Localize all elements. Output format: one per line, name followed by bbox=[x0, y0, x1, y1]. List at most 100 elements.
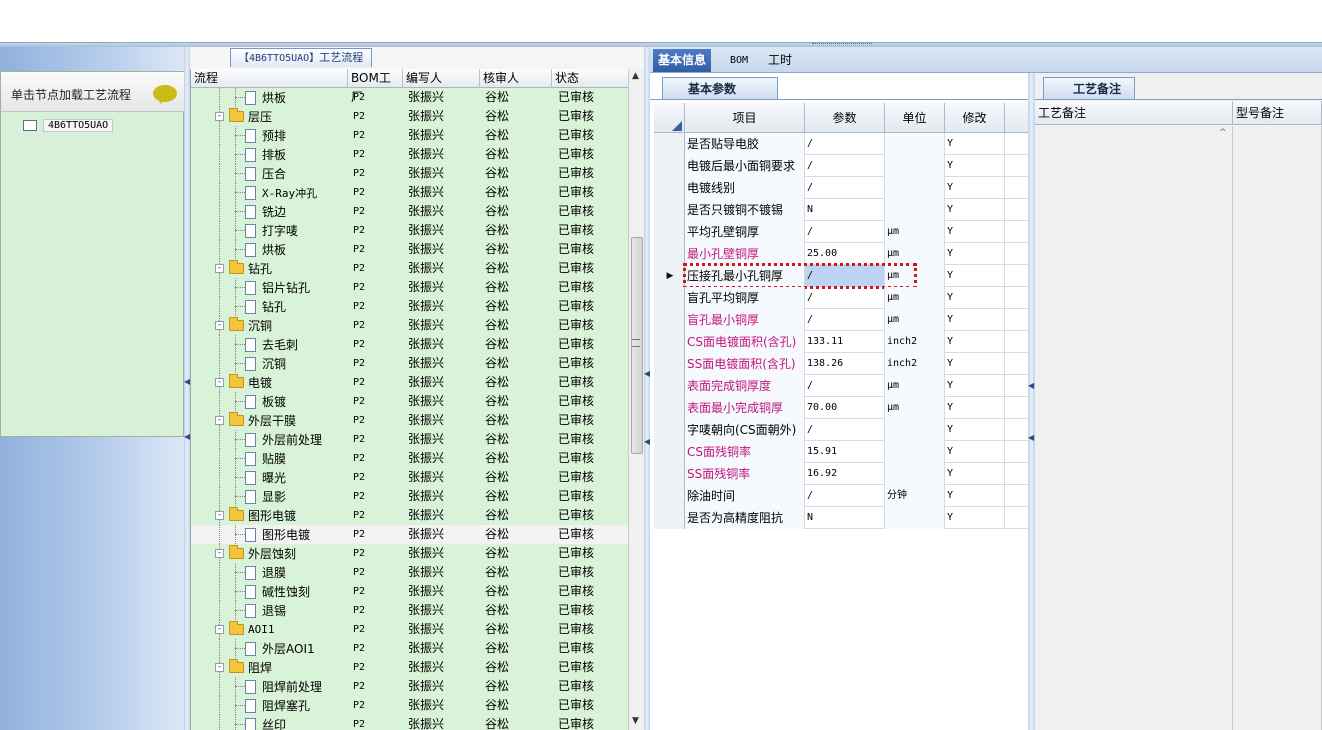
tree-node[interactable]: 显影 bbox=[245, 487, 286, 506]
tree-row[interactable]: 铣边 P2 张振兴 谷松 已审核 bbox=[191, 202, 628, 221]
tree-node-label[interactable]: 外层蚀刻 bbox=[248, 545, 296, 562]
param-value[interactable]: 16.92 bbox=[805, 463, 885, 485]
tree-row[interactable]: - 钻孔 P2 张振兴 谷松 已审核 bbox=[191, 259, 628, 278]
tree-row[interactable]: 烘板 P2 张振兴 谷松 已审核 bbox=[191, 240, 628, 259]
tree-row[interactable]: 阻焊前处理 P2 张振兴 谷松 已审核 bbox=[191, 677, 628, 696]
tree-node[interactable]: 阻焊 bbox=[229, 658, 272, 677]
tree-node-label[interactable]: 显影 bbox=[262, 488, 286, 505]
collapse-node-icon[interactable]: - bbox=[215, 511, 224, 520]
tree-scrollbar[interactable]: ▲ ▼ bbox=[628, 69, 644, 730]
tree-node-label[interactable]: 板镀 bbox=[262, 393, 286, 410]
row-header[interactable] bbox=[654, 353, 685, 375]
tree-node[interactable]: 图形电镀 bbox=[245, 525, 310, 544]
col-header-bom[interactable]: BOM工厂 bbox=[348, 69, 403, 104]
tree-row[interactable]: - 沉铜 P2 张振兴 谷松 已审核 bbox=[191, 316, 628, 335]
tree-node[interactable]: 排板 bbox=[245, 145, 286, 164]
param-value[interactable]: 138.26 bbox=[805, 353, 885, 375]
collapse-node-icon[interactable]: - bbox=[215, 112, 224, 121]
tree-row[interactable]: 外层前处理 P2 张振兴 谷松 已审核 bbox=[191, 430, 628, 449]
col-header-model-note[interactable]: 型号备注 bbox=[1233, 101, 1322, 125]
tree-node[interactable]: 外层AOI1 bbox=[245, 639, 315, 658]
tree-node[interactable]: 退膜 bbox=[245, 563, 286, 582]
tree-node-label[interactable]: 沉铜 bbox=[262, 355, 286, 372]
tab-basic-info[interactable]: 基本信息 bbox=[653, 49, 712, 72]
tree-node-label[interactable]: 烘板 bbox=[262, 241, 286, 258]
tree-node[interactable]: 外层前处理 bbox=[245, 430, 322, 449]
tree-node-label[interactable]: 压合 bbox=[262, 165, 286, 182]
tree-row[interactable]: - 外层蚀刻 P2 张振兴 谷松 已审核 bbox=[191, 544, 628, 563]
param-value[interactable]: / bbox=[805, 309, 885, 331]
tree-node-label[interactable]: 钻孔 bbox=[248, 260, 272, 277]
tree-node[interactable]: 烘板 bbox=[245, 240, 286, 259]
splitter-grip-icon[interactable] bbox=[812, 43, 872, 46]
tree-node-label[interactable]: 图形电镀 bbox=[262, 526, 310, 543]
tree-node[interactable]: 阻焊前处理 bbox=[245, 677, 322, 696]
scroll-up-icon[interactable]: ^ bbox=[1219, 128, 1227, 138]
tree-node-label[interactable]: 退锡 bbox=[262, 602, 286, 619]
tree-node-label[interactable]: 烘板 bbox=[262, 89, 286, 106]
tree-node-label[interactable]: 贴膜 bbox=[262, 450, 286, 467]
tree-node-label[interactable]: 阻焊前处理 bbox=[262, 678, 322, 695]
param-row[interactable]: 表面完成铜厚度 / μm Y bbox=[654, 375, 1028, 397]
tree-row[interactable]: - 外层干膜 P2 张振兴 谷松 已审核 bbox=[191, 411, 628, 430]
param-value[interactable]: / bbox=[805, 177, 885, 199]
tree-node[interactable]: 外层干膜 bbox=[229, 411, 296, 430]
row-header[interactable] bbox=[654, 133, 685, 155]
tree-node-label[interactable]: 钻孔 bbox=[262, 298, 286, 315]
tree-node[interactable]: 铣边 bbox=[245, 202, 286, 221]
param-row[interactable]: 字唛朝向(CS面朝外) / Y bbox=[654, 419, 1028, 441]
col-header-flow[interactable]: 流程 bbox=[191, 69, 348, 88]
row-header[interactable] bbox=[654, 243, 685, 265]
row-header[interactable] bbox=[654, 155, 685, 177]
corner-cell[interactable] bbox=[654, 103, 685, 133]
tree-row[interactable]: 板镀 P2 张振兴 谷松 已审核 bbox=[191, 392, 628, 411]
tree-row[interactable]: 烘板 P2 张振兴 谷松 已审核 bbox=[191, 88, 628, 107]
tab-process-notes[interactable]: 工艺备注 bbox=[1043, 77, 1135, 99]
tree-node-label[interactable]: 去毛刺 bbox=[262, 336, 298, 353]
collapse-node-icon[interactable]: - bbox=[215, 549, 224, 558]
row-header[interactable] bbox=[654, 485, 685, 507]
param-row[interactable]: ▶ 压接孔最小孔铜厚 / μm Y bbox=[654, 263, 1028, 289]
tree-node[interactable]: X-Ray冲孔 bbox=[245, 183, 317, 202]
tree-node-label[interactable]: 铝片钻孔 bbox=[262, 279, 310, 296]
tree-node-label[interactable]: 曝光 bbox=[262, 469, 286, 486]
param-row[interactable]: 是否贴导电胶 / Y bbox=[654, 133, 1028, 155]
param-value[interactable]: 25.00 bbox=[805, 243, 885, 265]
tree-node[interactable]: 烘板 bbox=[245, 88, 286, 107]
param-value[interactable]: / bbox=[805, 287, 885, 309]
row-header[interactable] bbox=[654, 375, 685, 397]
nav-node-label[interactable]: 4B6TTO5UAO bbox=[43, 118, 114, 132]
row-header[interactable] bbox=[654, 507, 685, 529]
tree-node[interactable]: 去毛刺 bbox=[245, 335, 298, 354]
collapse-node-icon[interactable]: - bbox=[215, 321, 224, 330]
tree-node[interactable]: 铝片钻孔 bbox=[245, 278, 310, 297]
model-note-area[interactable] bbox=[1233, 126, 1322, 730]
param-value[interactable]: / bbox=[805, 221, 885, 243]
tree-node-label[interactable]: AOI1 bbox=[248, 623, 275, 636]
tree-node[interactable]: 压合 bbox=[245, 164, 286, 183]
tree-node[interactable]: 丝印 bbox=[245, 715, 286, 730]
tree-node[interactable]: 打字唛 bbox=[245, 221, 298, 240]
tree-node-label[interactable]: 碱性蚀刻 bbox=[262, 583, 310, 600]
tree-row[interactable]: - AOI1 P2 张振兴 谷松 已审核 bbox=[191, 620, 628, 639]
param-value[interactable]: 70.00 bbox=[805, 397, 885, 419]
col-header-process-note[interactable]: 工艺备注 bbox=[1035, 101, 1233, 125]
tree-node[interactable]: 外层蚀刻 bbox=[229, 544, 296, 563]
row-header[interactable] bbox=[654, 419, 685, 441]
param-value[interactable]: / bbox=[805, 419, 885, 441]
col-header-writer[interactable]: 编写人 bbox=[403, 69, 480, 88]
param-row[interactable]: 表面最小完成铜厚 70.00 μm Y bbox=[654, 397, 1028, 419]
tree-node[interactable]: 板镀 bbox=[245, 392, 286, 411]
param-row[interactable]: 盲孔平均铜厚 / μm Y bbox=[654, 287, 1028, 309]
tree-node-label[interactable]: X-Ray冲孔 bbox=[262, 185, 317, 201]
param-row[interactable]: CS面电镀面积(含孔) 133.11 inch2 Y bbox=[654, 331, 1028, 353]
row-header[interactable] bbox=[654, 441, 685, 463]
collapse-node-icon[interactable]: - bbox=[215, 625, 224, 634]
tree-row[interactable]: 退锡 P2 张振兴 谷松 已审核 bbox=[191, 601, 628, 620]
param-row[interactable]: 是否只镀铜不镀锡 N Y bbox=[654, 199, 1028, 221]
tree-node[interactable]: 图形电镀 bbox=[229, 506, 296, 525]
tree-node-label[interactable]: 阻焊塞孔 bbox=[262, 697, 310, 714]
row-header[interactable] bbox=[654, 221, 685, 243]
nav-node[interactable]: 4B6TTO5UAO bbox=[23, 116, 114, 134]
param-row[interactable]: 盲孔最小铜厚 / μm Y bbox=[654, 309, 1028, 331]
